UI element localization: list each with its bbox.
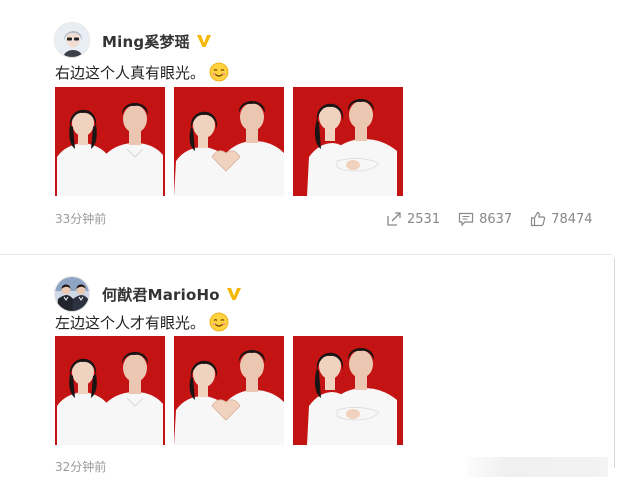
post-time[interactable]: 33分钟前 [55, 210, 106, 227]
repost-icon [387, 212, 401, 226]
user-name-row: Ming奚梦瑶 [102, 29, 212, 53]
post-text-row: 右边这个人真有眼光。 [55, 60, 229, 84]
user-name-row: 何猷君MarioHo [102, 282, 242, 306]
couple-photo-2[interactable] [174, 87, 284, 196]
like-button[interactable]: 78474 [530, 211, 593, 227]
verified-v-icon [196, 35, 211, 47]
photo-grid [55, 87, 412, 196]
weibo-post-2: 何猷君MarioHo 左边这个人才有眼光。 32分钟前 [0, 262, 636, 480]
couple-photo-3[interactable] [293, 336, 403, 445]
couple-photo-3[interactable] [293, 87, 403, 196]
username[interactable]: Ming奚梦瑶 [102, 31, 190, 52]
post-divider [0, 254, 612, 255]
like-count: 78474 [551, 211, 593, 227]
avatar[interactable] [54, 22, 90, 58]
post-text: 右边这个人真有眼光。 [55, 63, 206, 82]
comment-icon [458, 212, 474, 227]
like-icon [531, 211, 546, 227]
post-actions: 2531 8637 78474 [386, 211, 593, 227]
comment-count: 8637 [479, 211, 513, 227]
username[interactable]: 何猷君MarioHo [102, 284, 220, 305]
post-text-row: 左边这个人才有眼光。 [55, 310, 229, 334]
photo-grid [55, 336, 412, 445]
couple-photo-2[interactable] [174, 336, 284, 445]
smile-emoji [209, 62, 229, 82]
repost-button[interactable]: 2531 [386, 211, 440, 227]
weibo-post-1: Ming奚梦瑶 右边这个人真有眼光。 33分钟前 2531 8637 78474 [0, 0, 636, 248]
comment-button[interactable]: 8637 [458, 211, 512, 227]
smile-emoji [209, 312, 229, 332]
couple-photo-1[interactable] [55, 336, 165, 445]
repost-count: 2531 [407, 211, 441, 227]
blurred-action-bar [466, 457, 608, 477]
avatar[interactable] [54, 276, 90, 312]
couple-photo-1[interactable] [55, 87, 165, 196]
verified-v-icon [226, 288, 241, 300]
post-time[interactable]: 32分钟前 [55, 458, 106, 475]
post-text: 左边这个人才有眼光。 [55, 313, 206, 332]
